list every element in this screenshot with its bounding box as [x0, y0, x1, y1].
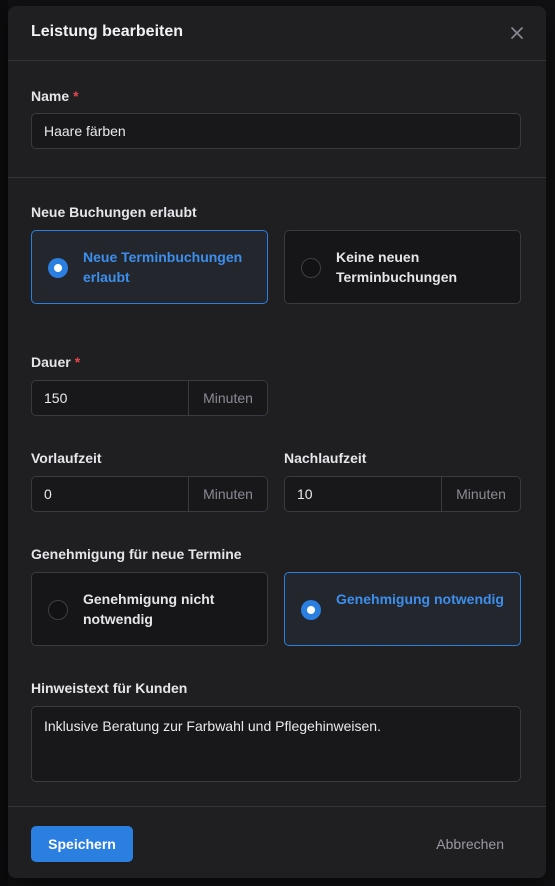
radio-unselected-icon	[301, 258, 321, 278]
bookings-option-none-label: Keine neuen Terminbuchungen	[336, 249, 458, 285]
approval-option-required[interactable]: Genehmigung notwendig	[284, 572, 521, 646]
dialog-header: Leistung bearbeiten	[8, 6, 546, 61]
follow-time-unit: Minuten	[441, 477, 520, 511]
page-backdrop	[0, 0, 8, 886]
name-input[interactable]	[31, 113, 521, 149]
dialog-footer: Speichern Abbrechen	[8, 806, 546, 878]
lead-time-unit: Minuten	[188, 477, 267, 511]
edit-service-dialog: Leistung bearbeiten Name* Neue Buchungen…	[8, 6, 546, 878]
duration-input[interactable]	[32, 381, 188, 415]
name-label: Name *	[31, 88, 79, 104]
lead-time-label: Vorlaufzeit	[31, 450, 102, 466]
radio-unselected-icon	[48, 600, 68, 620]
bookings-label: Neue Buchungen erlaubt	[31, 204, 197, 220]
lead-time-field: Minuten	[31, 476, 268, 512]
duration-label: Dauer *	[31, 354, 80, 370]
dialog-title: Leistung bearbeiten	[31, 23, 184, 40]
bookings-option-allowed-label: Neue Terminbuchungen erlaubt	[83, 249, 243, 285]
required-mark: *	[73, 88, 79, 104]
radio-selected-icon	[48, 258, 68, 278]
lead-time-input[interactable]	[32, 477, 188, 511]
close-icon	[511, 27, 523, 39]
required-mark: *	[74, 354, 81, 370]
duration-label-text: Dauer	[31, 354, 71, 370]
close-button[interactable]	[508, 24, 526, 42]
follow-time-label: Nachlaufzeit	[284, 450, 367, 466]
approval-option-not-required-label: Genehmigung nicht notwendig	[83, 591, 215, 627]
follow-time-input[interactable]	[285, 477, 441, 511]
duration-field: Minuten	[31, 380, 268, 416]
bookings-option-allowed[interactable]: Neue Terminbuchungen erlaubt	[31, 230, 268, 304]
approval-label: Genehmigung für neue Termine	[31, 546, 242, 562]
bookings-option-none[interactable]: Keine neuen Terminbuchungen	[284, 230, 521, 304]
cancel-button[interactable]: Abbrechen	[424, 826, 516, 862]
approval-option-not-required[interactable]: Genehmigung nicht notwendig	[31, 572, 268, 646]
follow-time-field: Minuten	[284, 476, 521, 512]
name-section: Name *	[8, 61, 546, 178]
duration-unit: Minuten	[188, 381, 267, 415]
name-label-text: Name	[31, 88, 70, 104]
radio-selected-icon	[301, 600, 321, 620]
save-button[interactable]: Speichern	[31, 826, 133, 862]
customer-note-label: Hinweistext für Kunden	[31, 680, 188, 696]
approval-option-required-label: Genehmigung notwendig	[336, 591, 504, 607]
customer-note-textarea[interactable]: Inklusive Beratung zur Farbwahl und Pfle…	[31, 706, 521, 782]
